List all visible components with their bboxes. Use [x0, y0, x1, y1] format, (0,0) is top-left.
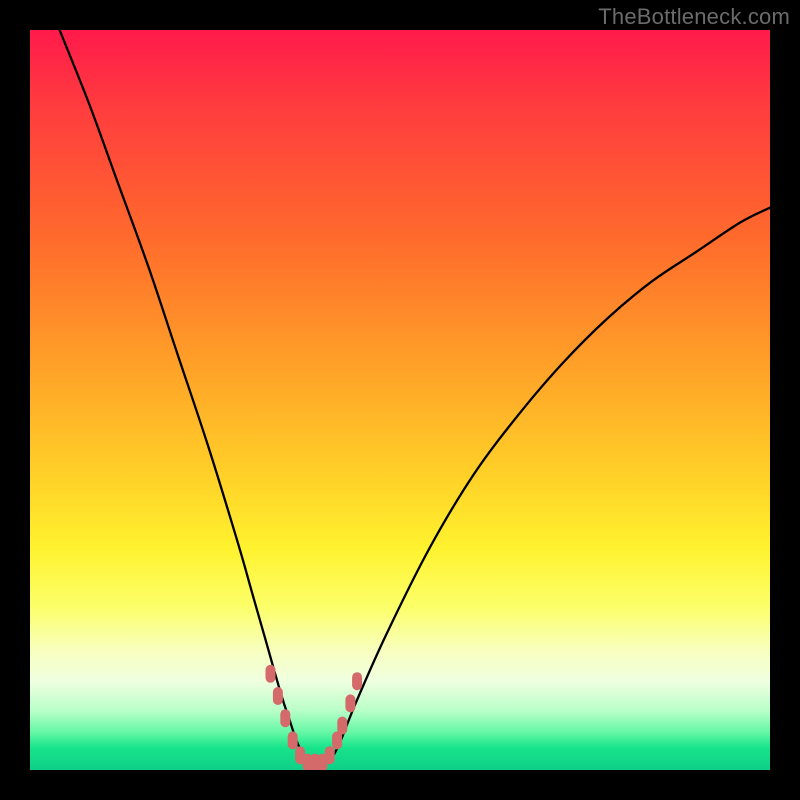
valley-marker [266, 665, 276, 683]
valley-marker [325, 746, 335, 764]
valley-marker [352, 672, 362, 690]
valley-marker [345, 694, 355, 712]
valley-marker [280, 709, 290, 727]
watermark-text: TheBottleneck.com [598, 4, 790, 30]
chart-frame: TheBottleneck.com [0, 0, 800, 800]
valley-marker [288, 731, 298, 749]
valley-marker [273, 687, 283, 705]
valley-marker [337, 717, 347, 735]
bottleneck-curve [60, 30, 770, 763]
curve-layer [30, 30, 770, 770]
valley-markers [266, 665, 363, 770]
plot-area [30, 30, 770, 770]
